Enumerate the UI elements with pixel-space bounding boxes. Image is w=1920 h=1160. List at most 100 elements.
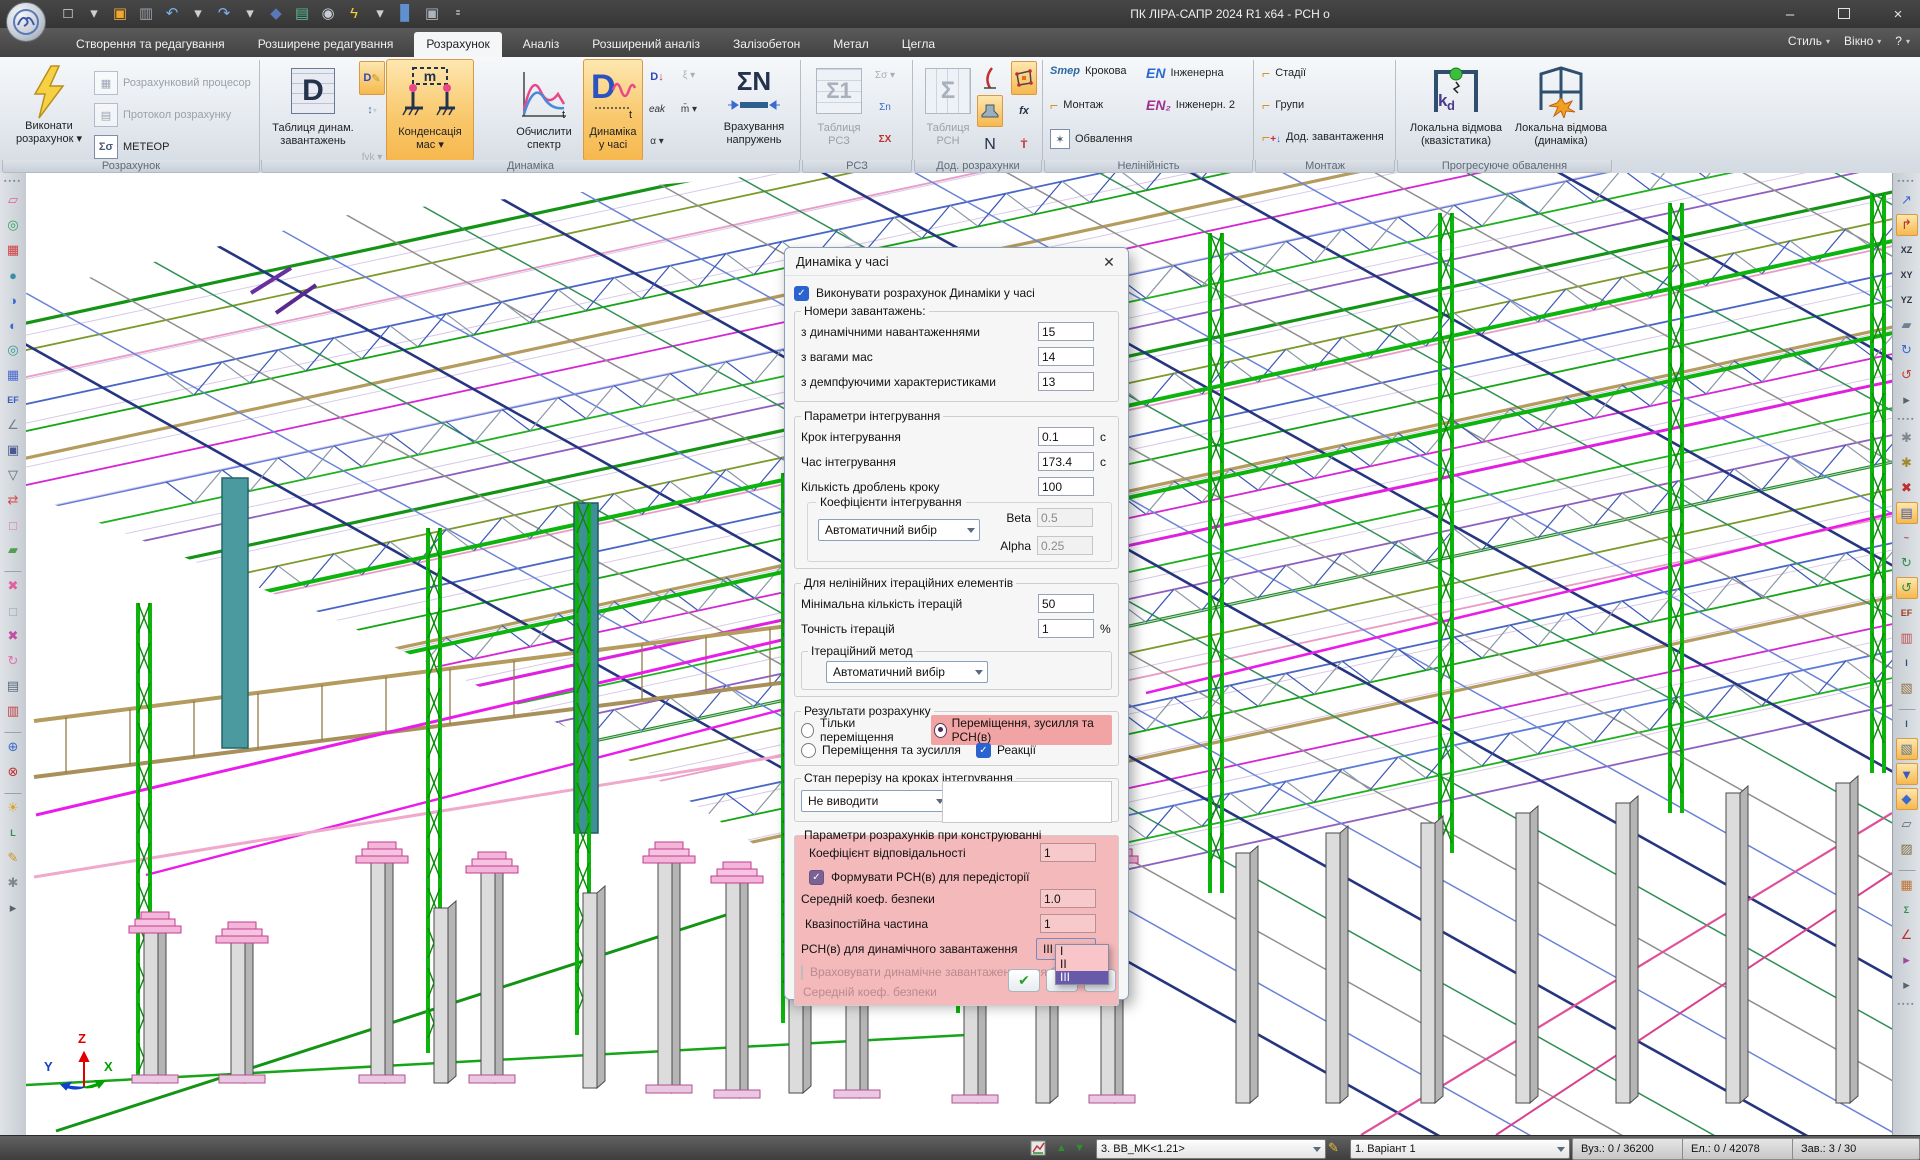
rotate-step-icon[interactable]: ↺	[1896, 577, 1918, 599]
toolbar-collapse-icon[interactable]: ▸	[2, 897, 24, 919]
full-results-option[interactable]: Переміщення, зусилля та РСН(в)	[931, 715, 1112, 745]
open-icon[interactable]: ▣	[110, 4, 130, 24]
press-icon[interactable]: ▼	[1896, 763, 1918, 785]
view-yz-icon[interactable]: YZ	[1896, 289, 1918, 311]
n-force-button[interactable]: N	[977, 129, 1003, 161]
mode-select[interactable]: 3. BB_MK<1.21>	[1096, 1139, 1326, 1159]
section-vertical-icon[interactable]: ◑	[2, 289, 24, 311]
dialog-close-button[interactable]: ✕	[1098, 251, 1120, 273]
flag-frame-icon[interactable]: □	[2, 600, 24, 622]
ibeam-icon[interactable]: I	[1896, 652, 1918, 674]
axes-rotate-icon[interactable]: ∠	[1896, 924, 1918, 946]
foundation-button[interactable]	[977, 95, 1003, 127]
numbering-off-icon[interactable]: ✖	[1896, 477, 1918, 499]
select-sphere-icon[interactable]: ◎	[2, 339, 24, 361]
undo-dropdown-icon[interactable]: ▾	[188, 4, 208, 24]
ibeam2-icon[interactable]: I	[1896, 713, 1918, 735]
flashlight-icon[interactable]: ☀	[2, 797, 24, 819]
sigma-sigma-button[interactable]: Σσ ▾	[872, 61, 898, 89]
stages-button[interactable]: ⌐ Стадії	[1262, 65, 1306, 81]
engineering-nonlinearity2-button[interactable]: EN₂ Інженерн. 2	[1146, 97, 1235, 113]
reactions-checkbox[interactable]: ✓	[976, 743, 991, 758]
flag-delete-icon[interactable]: ✖	[2, 575, 24, 597]
settings-gear-icon[interactable]: ✱	[2, 872, 24, 894]
variant-select[interactable]: 1. Варіант 1	[1350, 1139, 1570, 1159]
zoom-out-icon[interactable]: ⊗	[2, 761, 24, 783]
measure-angle-icon[interactable]: ∠	[2, 414, 24, 436]
view-axes-icon[interactable]: ↗	[1896, 189, 1918, 211]
xi-spring-button[interactable]: ξ ▾	[676, 61, 702, 89]
tab-4[interactable]: Розширений аналіз	[580, 32, 712, 57]
d-arrow-button[interactable]: D↓	[644, 61, 670, 93]
integration-time-input[interactable]	[1038, 452, 1094, 471]
dynamic-edit-button[interactable]: D✎	[359, 61, 385, 95]
run-calculation-icon[interactable]: ϟ	[344, 4, 364, 24]
mode-down-icon[interactable]: ▼	[1074, 1142, 1085, 1154]
t-load-button[interactable]: Ṫ	[1011, 129, 1037, 161]
full-results-radio[interactable]	[934, 723, 947, 738]
sum-rotate-icon[interactable]: Σ	[1896, 899, 1918, 921]
view-perspective-icon[interactable]: ▰	[1896, 314, 1918, 336]
iteration-method-combo[interactable]: Автоматичний вибір	[826, 661, 988, 683]
flag-delete2-icon[interactable]: ✖	[2, 625, 24, 647]
ef-display-icon[interactable]: EF	[1896, 602, 1918, 624]
iteration-accuracy-input[interactable]	[1038, 619, 1094, 638]
stiffness-ef-icon[interactable]: EF	[2, 389, 24, 411]
pack-model-icon[interactable]: ◆	[266, 4, 286, 24]
disp-forces-radio[interactable]	[801, 743, 816, 758]
rotate-z-icon[interactable]: ↻	[1896, 339, 1918, 361]
safety-input[interactable]	[1040, 889, 1096, 908]
run-calculation-button[interactable]: Виконати розрахунок ▾	[6, 59, 92, 161]
compute-spectrum-button[interactable]: t Обчислити спектр	[505, 59, 583, 161]
model-frame-icon[interactable]: ▤	[2, 675, 24, 697]
section-horizontal-icon[interactable]: ◐	[2, 314, 24, 336]
dimension-line-icon[interactable]: L	[2, 822, 24, 844]
mass-condensation-button[interactable]: m Конденсація мас ▾	[386, 59, 474, 161]
m-eak-button[interactable]: m̄ ▾	[676, 95, 702, 123]
rotate-copy-icon[interactable]: ↻	[2, 650, 24, 672]
block-red-icon[interactable]: ▥	[1896, 627, 1918, 649]
snapshot-icon[interactable]: ◉	[318, 4, 338, 24]
responsibility-input[interactable]	[1040, 843, 1096, 862]
extrude-icon[interactable]: ▧	[1896, 738, 1918, 760]
dynamic-loads-table-button[interactable]: D Таблиця динам. завантажень	[266, 59, 360, 161]
zoom-in-icon[interactable]: ⊕	[2, 736, 24, 758]
tab-6[interactable]: Метал	[821, 32, 880, 57]
stress-account-button[interactable]: ΣN Врахування напружень	[712, 59, 796, 161]
mass-clamp-button[interactable]: ↕▾	[359, 95, 385, 125]
calc-processor-button[interactable]: ▦ Розрахунковий процесор	[94, 71, 251, 95]
color-grid-icon[interactable]: ▦	[1896, 874, 1918, 896]
rsz-table-button[interactable]: Σ1 Таблиця РСЗ	[806, 59, 872, 161]
minimize-button[interactable]: –	[1776, 6, 1804, 23]
results-diagram-icon[interactable]: ▊	[396, 4, 416, 24]
window-menu[interactable]: Вікно▾	[1844, 34, 1881, 48]
eak-button[interactable]: eak	[644, 95, 670, 123]
meteor-button[interactable]: Σσ МЕТЕОР	[94, 135, 169, 159]
rotate-model-icon[interactable]: ↻	[1896, 552, 1918, 574]
min-iterations-input[interactable]	[1038, 594, 1094, 613]
mounting-button[interactable]: ⌐ Монтаж	[1050, 97, 1103, 113]
sigma-x-button[interactable]: ΣX	[872, 125, 898, 153]
rsn-table-button[interactable]: Σ Таблиця РСН	[918, 59, 978, 161]
redo-dropdown-icon[interactable]: ▾	[240, 4, 260, 24]
redo-icon[interactable]: ↷	[214, 4, 234, 24]
panel-collapse-icon[interactable]: ▸	[1896, 389, 1918, 411]
flag-rotate-icon[interactable]: ▸	[1896, 949, 1918, 971]
save-icon[interactable]: ▥	[136, 4, 156, 24]
mode-curve-button[interactable]	[977, 61, 1003, 95]
collapse-analysis-button[interactable]: ✶ Обвалення	[1050, 129, 1132, 149]
pencil-icon[interactable]: ✎	[2, 847, 24, 869]
paint-brush-icon[interactable]: ▰	[2, 539, 24, 561]
only-displacements-radio[interactable]	[801, 723, 814, 738]
panel-collapse-icon[interactable]: ▸	[1896, 974, 1918, 996]
section-ellipse-icon[interactable]: ●	[2, 264, 24, 286]
tab-3[interactable]: Аналіз	[511, 32, 571, 57]
alpha-input[interactable]	[1037, 536, 1093, 555]
qat-more-icon[interactable]: ⹀	[448, 4, 468, 24]
plate-icon[interactable]: ▱	[1896, 813, 1918, 835]
tab-1[interactable]: Розширене редагування	[246, 32, 406, 57]
close-button[interactable]: ×	[1884, 6, 1912, 23]
flags-display-icon[interactable]: ▤	[1896, 502, 1918, 524]
load-curve-icon[interactable]: ~	[1896, 527, 1918, 549]
frame-select-icon[interactable]: □	[2, 514, 24, 536]
